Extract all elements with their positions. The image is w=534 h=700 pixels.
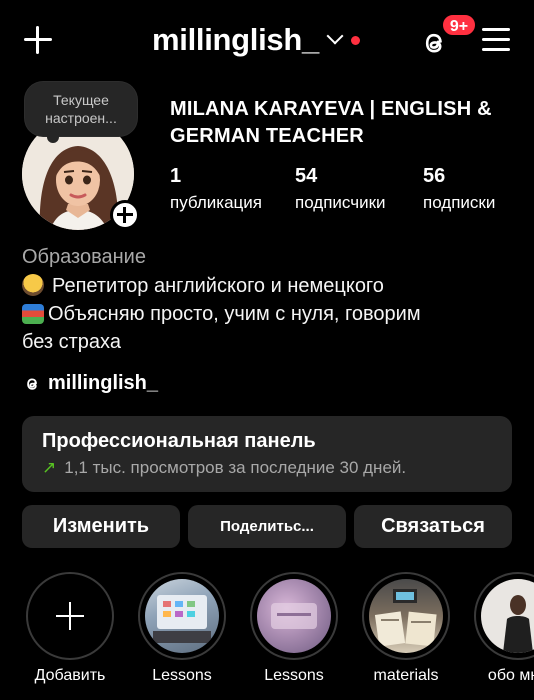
trend-up-arrow-icon: ↗ [42,458,57,477]
highlight-cover-image [271,603,317,629]
note-text: Текущее настроен... [45,92,117,126]
highlight-label: Добавить [34,667,106,684]
stat-label: подписки [423,193,496,212]
bio-line: Репетитор английского и немецкого [22,272,522,300]
contact-button[interactable]: Связаться [354,505,512,548]
threads-handle[interactable]: millinglish_ [48,372,158,395]
hamburger-menu-icon[interactable] [482,28,510,52]
bio-text: Репетитор английского и немецкого [52,275,384,297]
account-switcher[interactable]: millinglish_ [152,22,360,58]
profile-stats: 1 публикация 54 подписчики 56 подписки [170,164,520,214]
stat-label: подписчики [295,193,386,212]
share-profile-button[interactable]: Поделитьс... [188,505,346,548]
panel-title: Профессиональная панель [42,430,316,452]
highlight-cover [257,579,331,653]
bio-line: без страха [22,328,522,356]
chevron-down-icon[interactable] [326,27,344,45]
stat-value: 56 [423,165,446,187]
notes-bubble[interactable]: Текущее настроен... [25,82,137,143]
highlight-cover [481,579,534,653]
bio-text: без страха [22,331,121,353]
books-emoji-icon [22,304,44,324]
highlight-label: обо мне [487,667,534,684]
highlight-cover [369,579,443,653]
highlight-ring[interactable] [474,572,534,660]
highlight-cover [145,579,219,653]
create-plus-icon[interactable] [22,24,54,56]
stat-posts[interactable]: 1 публикация [170,164,262,215]
profile-bio: Репетитор английского и немецкого Объясн… [22,272,522,356]
highlight-cover-image [374,589,437,647]
profile-full-name: MILANA KARAYEVA | ENGLISH & GERMAN TEACH… [170,98,492,147]
unread-dot [350,35,360,45]
bio-text: Объясняю просто, учим с нуля, говорим [48,303,421,325]
bio-line: Объясняю просто, учим с нуля, говорим [22,300,522,328]
highlight-cover-image [153,595,211,643]
add-highlight-plus-icon[interactable] [26,572,114,660]
story-highlights: Добавить Lessons Lessons materials обо м [0,572,534,700]
profile-category: Образование [22,246,146,268]
highlight-label: Lessons [264,667,324,684]
highlight-ring[interactable] [138,572,226,660]
panel-subtitle: ↗ 1,1 тыс. просмотров за последние 30 дн… [42,458,492,478]
stat-label: публикация [170,193,262,212]
highlight-label: Lessons [152,667,212,684]
teacher-emoji-icon [22,274,44,296]
edit-profile-button[interactable]: Изменить [22,505,180,548]
stat-followers[interactable]: 54 подписчики [295,164,386,215]
highlight-label: materials [373,667,439,684]
add-story-plus-icon[interactable] [110,200,140,230]
stat-value: 1 [170,165,182,187]
panel-subtitle-text: 1,1 тыс. просмотров за последние 30 дней… [64,458,407,477]
username-title[interactable]: millinglish_ [152,22,319,58]
top-bar: millinglish_ 9+ [0,0,534,84]
professional-dashboard[interactable]: Профессиональная панель ↗ 1,1 тыс. просм… [22,416,512,492]
highlight-cover-image [503,595,533,653]
stat-following[interactable]: 56 подписки [423,164,495,215]
highlight-ring[interactable] [250,572,338,660]
stat-value: 54 [295,165,318,187]
threads-profile-link[interactable]: millinglish_ [22,372,158,395]
highlight-ring[interactable] [362,572,450,660]
notification-badge[interactable]: 9+ [441,13,477,37]
threads-icon [27,377,37,390]
